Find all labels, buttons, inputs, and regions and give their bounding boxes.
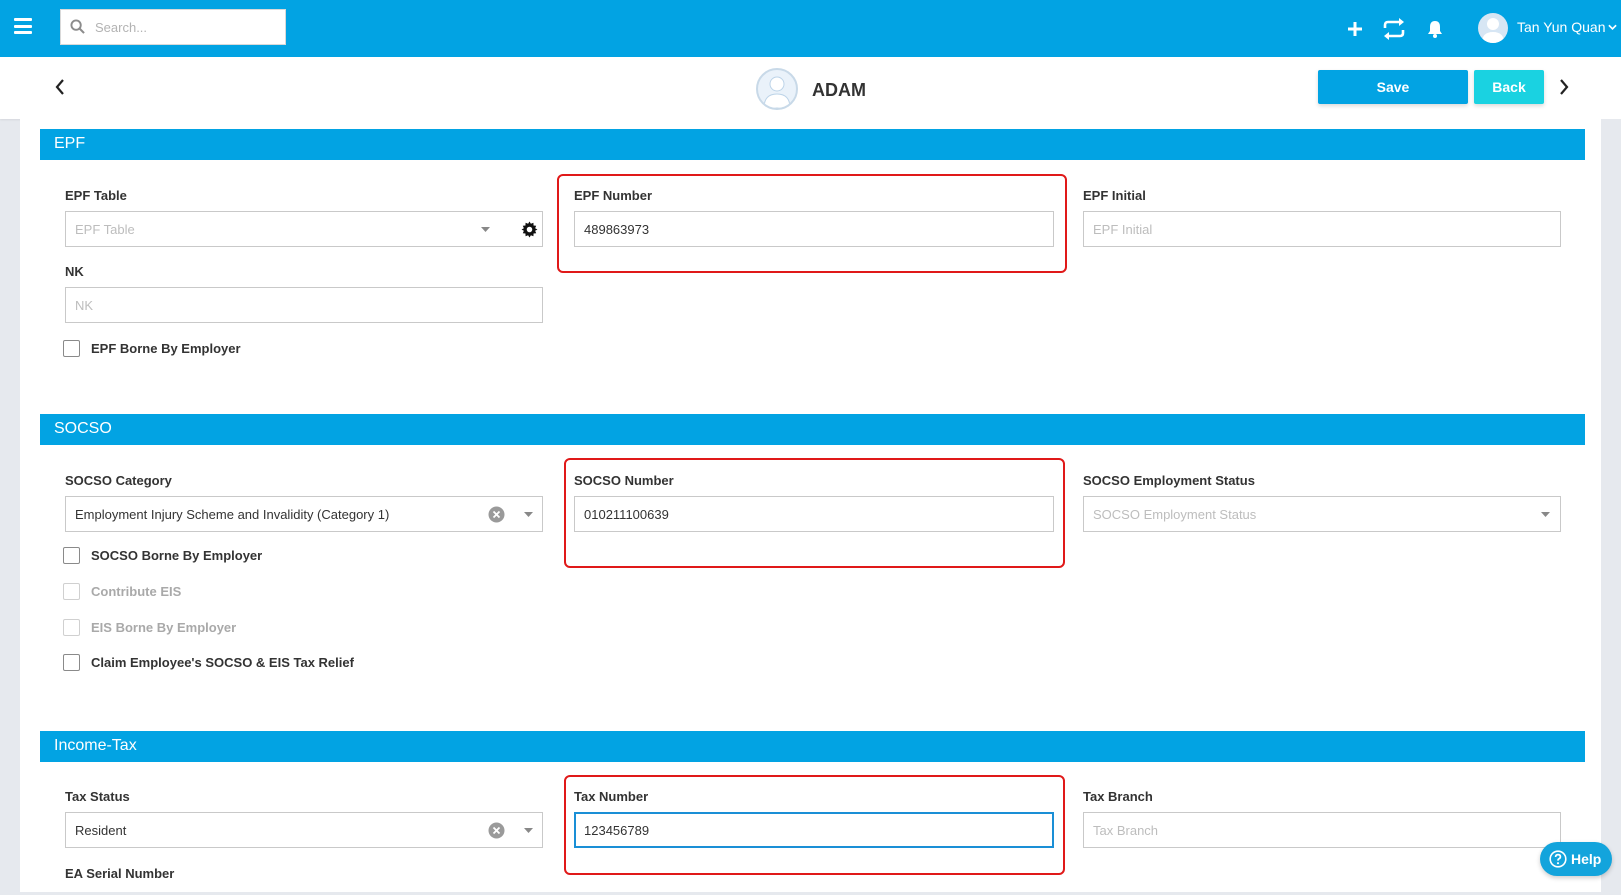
tax-branch-input[interactable]	[1083, 812, 1561, 848]
checkbox-label: SOCSO Borne By Employer	[91, 548, 263, 563]
section-header-socso: SOCSO	[40, 414, 1585, 445]
user-avatar[interactable]	[1478, 13, 1508, 43]
gear-icon[interactable]	[521, 221, 538, 238]
chevron-down-icon[interactable]	[1608, 24, 1617, 31]
tax-branch-label: Tax Branch	[1083, 789, 1153, 804]
section-header-income-tax: Income-Tax	[40, 731, 1585, 762]
socso-number-input[interactable]	[574, 496, 1054, 532]
epf-table-label: EPF Table	[65, 188, 127, 203]
checkbox-label: EPF Borne By Employer	[91, 341, 241, 356]
epf-table-select[interactable]: EPF Table	[65, 211, 543, 247]
avatar-icon	[1482, 18, 1504, 43]
caret-down-icon[interactable]	[481, 227, 490, 233]
clear-icon[interactable]	[488, 506, 505, 523]
chevron-left-icon[interactable]	[52, 77, 68, 97]
plus-icon[interactable]	[1343, 17, 1367, 41]
save-button[interactable]: Save	[1318, 70, 1468, 104]
help-label: Help	[1571, 851, 1602, 867]
caret-down-icon[interactable]	[524, 512, 533, 518]
epf-table-placeholder: EPF Table	[75, 222, 135, 237]
epf-number-label: EPF Number	[574, 188, 653, 203]
employee-name: ADAM	[812, 80, 866, 100]
checkbox-box[interactable]	[63, 619, 80, 636]
question-circle-icon	[1549, 850, 1567, 868]
caret-down-icon[interactable]	[1541, 512, 1550, 518]
top-navbar: Tan Yun Quan	[0, 0, 1621, 57]
employee-statutory-form: EPF EPF Table EPF Table EPF Number EPF I…	[20, 119, 1601, 892]
tax-status-select[interactable]: Resident	[65, 812, 543, 848]
epf-initial-input[interactable]	[1083, 211, 1561, 247]
help-button[interactable]: Help	[1540, 842, 1612, 876]
checkbox-label: EIS Borne By Employer	[91, 620, 237, 635]
socso-category-label: SOCSO Category	[65, 473, 172, 488]
bell-icon[interactable]	[1423, 17, 1447, 41]
sync-icon[interactable]	[1381, 17, 1407, 41]
menu-icon[interactable]	[14, 18, 32, 34]
checkbox-box[interactable]	[63, 654, 80, 671]
epf-number-input[interactable]	[574, 211, 1054, 247]
scroll-track[interactable]	[1601, 119, 1621, 895]
ea-serial-number-label: EA Serial Number	[65, 866, 175, 881]
tax-status-label: Tax Status	[65, 789, 130, 804]
nk-label: NK	[65, 264, 84, 279]
nk-input[interactable]	[65, 287, 543, 323]
checkbox-box[interactable]	[63, 583, 80, 600]
search-input[interactable]	[95, 16, 275, 38]
caret-down-icon[interactable]	[524, 828, 533, 834]
socso-category-select[interactable]: Employment Injury Scheme and Invalidity …	[65, 496, 543, 532]
search-box[interactable]	[60, 9, 286, 45]
employee-avatar	[756, 68, 798, 110]
record-header: ADAM Save Back	[0, 57, 1621, 119]
socso-number-label: SOCSO Number	[574, 473, 674, 488]
section-header-epf: EPF	[40, 129, 1585, 160]
socso-category-value: Employment Injury Scheme and Invalidity …	[75, 507, 390, 522]
tax-status-value: Resident	[75, 823, 127, 838]
chevron-right-icon[interactable]	[1556, 77, 1572, 97]
search-icon	[70, 19, 85, 34]
tax-number-label: Tax Number	[574, 789, 649, 804]
back-button[interactable]: Back	[1474, 70, 1544, 104]
clear-icon[interactable]	[488, 822, 505, 839]
checkbox-label: Contribute EIS	[91, 584, 182, 599]
socso-employment-status-placeholder: SOCSO Employment Status	[1093, 507, 1257, 522]
checkbox-label: Claim Employee's SOCSO & EIS Tax Relief	[91, 655, 354, 670]
socso-employment-status-label: SOCSO Employment Status	[1083, 473, 1255, 488]
epf-initial-label: EPF Initial	[1083, 188, 1146, 203]
user-name[interactable]: Tan Yun Quan	[1517, 19, 1605, 35]
tax-number-input[interactable]	[574, 812, 1054, 848]
checkbox-box[interactable]	[63, 547, 80, 564]
checkbox-box[interactable]	[63, 340, 80, 357]
avatar-icon	[763, 76, 791, 108]
socso-employment-status-select[interactable]: SOCSO Employment Status	[1083, 496, 1561, 532]
